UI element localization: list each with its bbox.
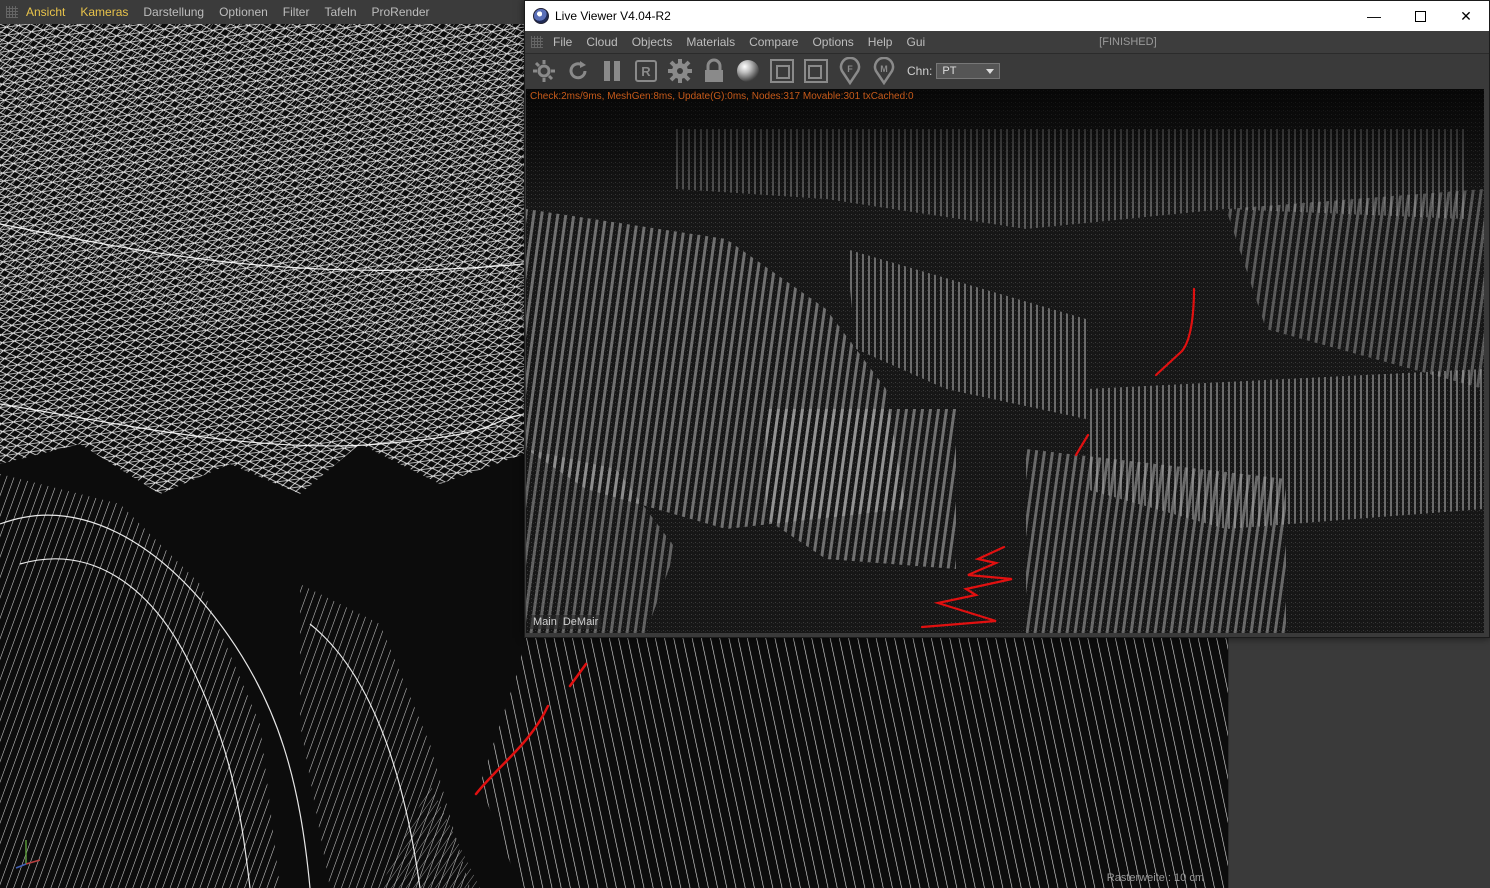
window-title: Live Viewer V4.04-R2 bbox=[555, 9, 671, 23]
menu-gui[interactable]: Gui bbox=[906, 35, 925, 49]
copy-frame-icon[interactable] bbox=[767, 56, 797, 86]
window-titlebar[interactable]: Live Viewer V4.04-R2 — ✕ bbox=[525, 1, 1489, 31]
minimize-button[interactable]: — bbox=[1351, 1, 1397, 31]
render-tabs: Main DeMair bbox=[530, 615, 602, 629]
close-button[interactable]: ✕ bbox=[1443, 1, 1489, 31]
svg-text:F: F bbox=[847, 64, 853, 74]
axis-gizmo-icon bbox=[15, 840, 41, 869]
svg-text:M: M bbox=[880, 64, 888, 74]
live-viewer-menubar: File Cloud Objects Materials Compare Opt… bbox=[525, 31, 1489, 54]
tab-main[interactable]: Main bbox=[530, 615, 560, 629]
channel-select[interactable]: PT bbox=[936, 63, 1001, 79]
maximize-icon bbox=[1414, 10, 1426, 22]
pause-icon[interactable] bbox=[597, 56, 627, 86]
grid-spacing-label: Rasterweite : 10 cm bbox=[1106, 872, 1204, 884]
live-viewer-toolbar: R F M Chn: PT bbox=[525, 54, 1489, 88]
material-sphere-icon[interactable] bbox=[733, 56, 763, 86]
paste-frame-icon[interactable] bbox=[801, 56, 831, 86]
menu-compare[interactable]: Compare bbox=[749, 35, 798, 49]
menu-help[interactable]: Help bbox=[868, 35, 893, 49]
menu-cloud[interactable]: Cloud bbox=[586, 35, 617, 49]
maximize-button[interactable] bbox=[1397, 1, 1443, 31]
tab-demair[interactable]: DeMair bbox=[559, 615, 602, 629]
chevron-down-icon bbox=[986, 68, 995, 74]
region-render-icon[interactable]: R bbox=[631, 56, 661, 86]
render-image bbox=[526, 89, 1484, 633]
render-stats: Check:2ms/9ms, MeshGen:8ms, Update(G):0m… bbox=[530, 91, 914, 102]
channel-label: Chn: bbox=[907, 64, 933, 78]
menu-filter[interactable]: Filter bbox=[283, 5, 310, 19]
menu-optionen[interactable]: Optionen bbox=[219, 5, 268, 19]
menu-prorender[interactable]: ProRender bbox=[372, 5, 430, 19]
live-viewer-window[interactable]: Live Viewer V4.04-R2 — ✕ File Cloud Obje… bbox=[524, 0, 1490, 638]
focus-pin-icon[interactable]: F bbox=[835, 56, 865, 86]
channel-value: PT bbox=[942, 65, 957, 77]
app-logo-icon bbox=[533, 8, 549, 24]
lock-icon[interactable] bbox=[699, 56, 729, 86]
refresh-icon[interactable] bbox=[563, 56, 593, 86]
grip-icon[interactable] bbox=[531, 36, 543, 48]
render-status: [FINISHED] bbox=[1099, 36, 1157, 48]
svg-text:R: R bbox=[641, 64, 651, 79]
menu-objects[interactable]: Objects bbox=[632, 35, 673, 49]
menu-kameras[interactable]: Kameras bbox=[80, 5, 128, 19]
render-view[interactable]: Check:2ms/9ms, MeshGen:8ms, Update(G):0m… bbox=[526, 89, 1484, 633]
menu-file[interactable]: File bbox=[553, 35, 572, 49]
material-pin-icon[interactable]: M bbox=[869, 56, 899, 86]
grip-icon[interactable] bbox=[6, 6, 18, 18]
menu-darstellung[interactable]: Darstellung bbox=[143, 5, 204, 19]
menu-tafeln[interactable]: Tafeln bbox=[324, 5, 356, 19]
menu-materials[interactable]: Materials bbox=[686, 35, 735, 49]
settings-icon[interactable] bbox=[529, 56, 559, 86]
gear-icon[interactable] bbox=[665, 56, 695, 86]
menu-options[interactable]: Options bbox=[812, 35, 853, 49]
menu-ansicht[interactable]: Ansicht bbox=[26, 5, 65, 19]
